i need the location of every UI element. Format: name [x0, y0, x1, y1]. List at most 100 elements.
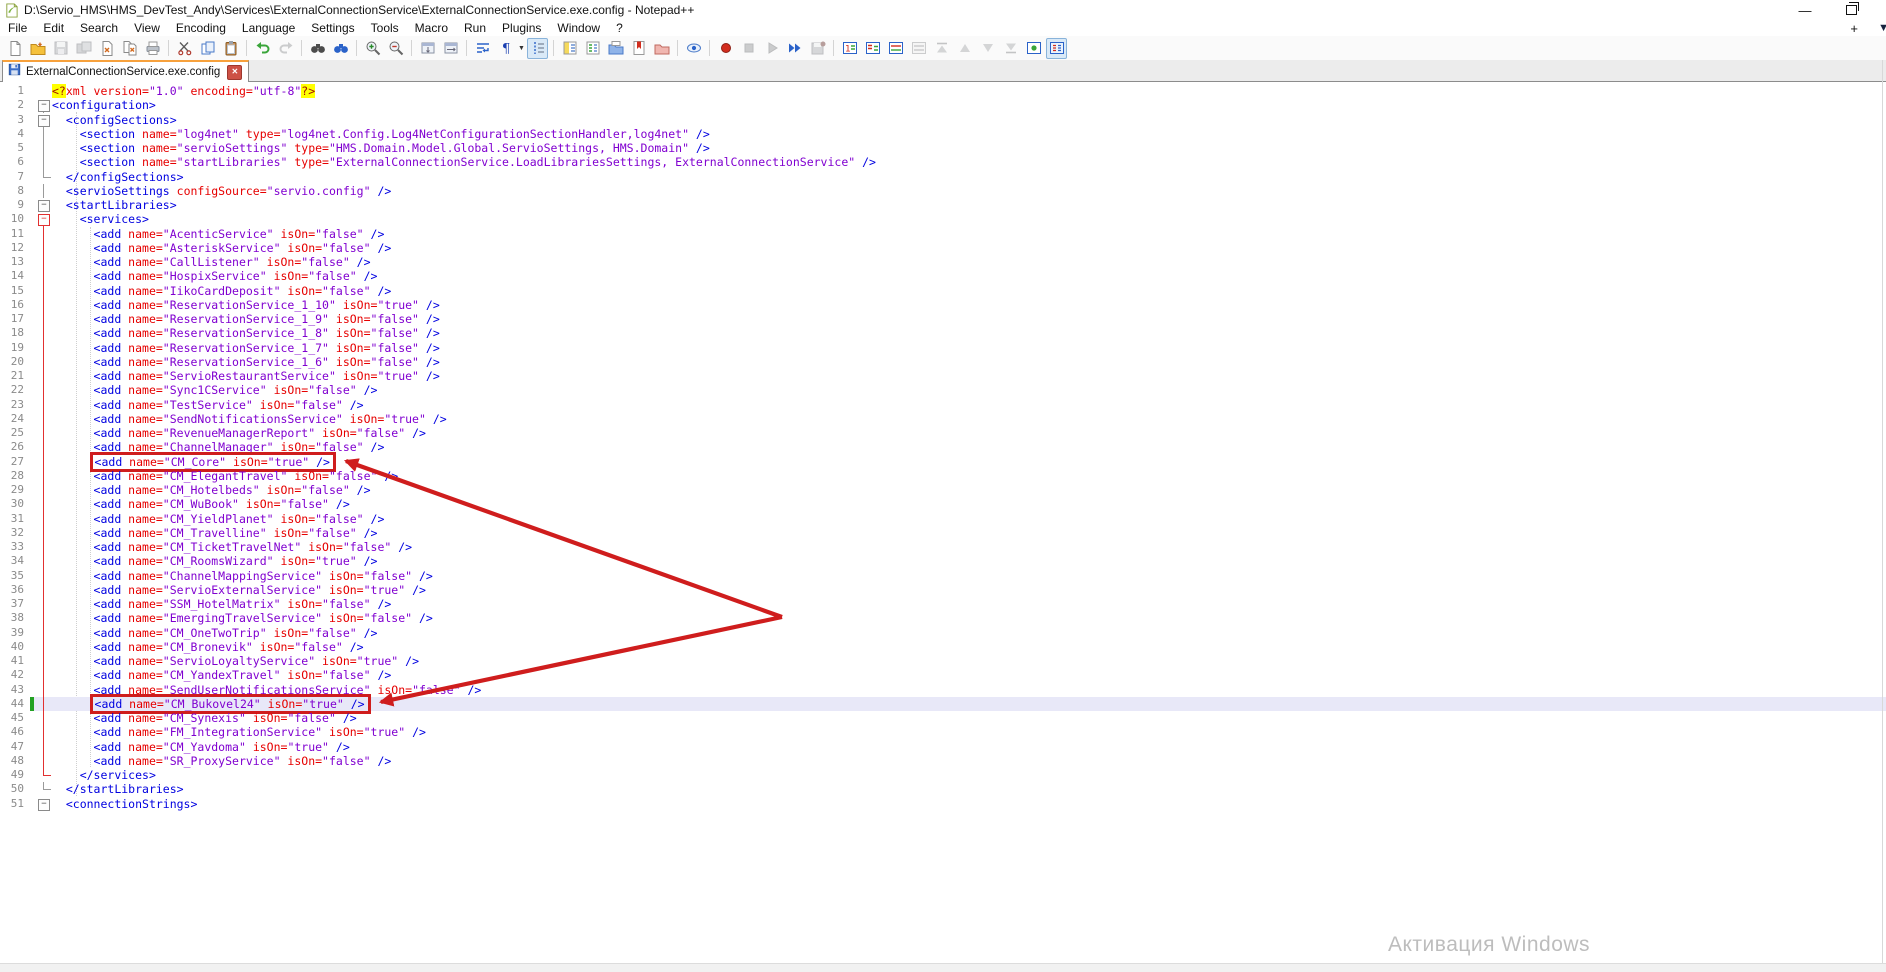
code-line-34[interactable]: 34 <add name="CM_RoomsWizard" isOn="true… [0, 554, 1886, 568]
new-tab-button[interactable]: + [1850, 20, 1858, 36]
code-line-46[interactable]: 46 <add name="FM_IntegrationService" isO… [0, 725, 1886, 739]
code-line-47[interactable]: 47 <add name="CM_Yavdoma" isOn="true" /> [0, 740, 1886, 754]
menu-view[interactable]: View [126, 21, 168, 35]
first-diff-icon[interactable] [931, 38, 952, 59]
menu-macro[interactable]: Macro [407, 21, 456, 35]
paste-icon[interactable] [220, 38, 241, 59]
code-line-24[interactable]: 24 <add name="SendNotificationsService" … [0, 412, 1886, 426]
next-diff-icon[interactable] [977, 38, 998, 59]
code-line-10[interactable]: 10− <services> [0, 212, 1886, 226]
menu-help[interactable]: ? [608, 21, 631, 35]
fold-margin[interactable]: − [36, 113, 52, 127]
code-line-12[interactable]: 12 <add name="AsteriskService" isOn="fal… [0, 241, 1886, 255]
code-line-1[interactable]: 1<?xml version="1.0" encoding="utf-8"?> [0, 84, 1886, 98]
folder-as-workspace-icon[interactable] [605, 38, 626, 59]
prev-diff-icon[interactable] [954, 38, 975, 59]
code-line-31[interactable]: 31 <add name="CM_YieldPlanet" isOn="fals… [0, 512, 1886, 526]
code-line-40[interactable]: 40 <add name="CM_Bronevik" isOn="false" … [0, 640, 1886, 654]
macro-run-multiple-icon[interactable] [784, 38, 805, 59]
file-browser-icon[interactable] [651, 38, 672, 59]
code-line-45[interactable]: 45 <add name="CM_Synexis" isOn="false" /… [0, 711, 1886, 725]
code-line-8[interactable]: 8 <servioSettings configSource="servio.c… [0, 184, 1886, 198]
compare-set-first-icon[interactable]: 1 [839, 38, 860, 59]
menu-edit[interactable]: Edit [35, 21, 72, 35]
zoom-in-icon[interactable] [362, 38, 383, 59]
sync-horizontal-scroll-icon[interactable] [440, 38, 461, 59]
zoom-out-icon[interactable] [385, 38, 406, 59]
sync-vertical-scroll-icon[interactable] [417, 38, 438, 59]
code-line-18[interactable]: 18 <add name="ReservationService_1_8" is… [0, 326, 1886, 340]
print-icon[interactable] [142, 38, 163, 59]
code-line-39[interactable]: 39 <add name="CM_OneTwoTrip" isOn="false… [0, 626, 1886, 640]
code-line-11[interactable]: 11 <add name="AcenticService" isOn="fals… [0, 227, 1886, 241]
code-line-13[interactable]: 13 <add name="CallListener" isOn="false"… [0, 255, 1886, 269]
redo-icon[interactable] [275, 38, 296, 59]
tab-externalconnectionservice[interactable]: ExternalConnectionService.exe.config ✕ [2, 60, 249, 82]
code-line-51[interactable]: 51− <connectionStrings> [0, 797, 1886, 811]
open-file-icon[interactable] [27, 38, 48, 59]
document-map-icon[interactable] [559, 38, 580, 59]
code-line-17[interactable]: 17 <add name="ReservationService_1_9" is… [0, 312, 1886, 326]
code-line-35[interactable]: 35 <add name="ChannelMappingService" isO… [0, 569, 1886, 583]
macro-save-icon[interactable] [807, 38, 828, 59]
minimize-button[interactable]: — [1788, 0, 1822, 20]
project-panel-icon[interactable] [628, 38, 649, 59]
show-all-characters-icon-caret[interactable]: ▼ [517, 45, 526, 52]
menu-file[interactable]: File [0, 21, 35, 35]
code-line-36[interactable]: 36 <add name="ServioExternalService" isO… [0, 583, 1886, 597]
code-line-5[interactable]: 5 <section name="servioSettings" type="H… [0, 141, 1886, 155]
compare-settings-icon[interactable] [1046, 38, 1067, 59]
code-line-20[interactable]: 20 <add name="ReservationService_1_6" is… [0, 355, 1886, 369]
code-line-30[interactable]: 30 <add name="CM_WuBook" isOn="false" /> [0, 497, 1886, 511]
code-line-21[interactable]: 21 <add name="ServioRestaurantService" i… [0, 369, 1886, 383]
menu-settings[interactable]: Settings [303, 21, 362, 35]
fold-margin[interactable]: − [36, 212, 52, 226]
word-wrap-icon[interactable] [472, 38, 493, 59]
menu-search[interactable]: Search [72, 21, 126, 35]
code-line-49[interactable]: 49 </services> [0, 768, 1886, 782]
code-line-50[interactable]: 50 </startLibraries> [0, 782, 1886, 796]
code-line-23[interactable]: 23 <add name="TestService" isOn="false" … [0, 398, 1886, 412]
code-line-19[interactable]: 19 <add name="ReservationService_1_7" is… [0, 341, 1886, 355]
fold-margin[interactable]: − [36, 98, 52, 112]
code-line-16[interactable]: 16 <add name="ReservationService_1_10" i… [0, 298, 1886, 312]
code-line-27[interactable]: 27 <add name="CM_Core" isOn="true" /> [0, 455, 1886, 469]
menu-window[interactable]: Window [549, 21, 608, 35]
fold-margin[interactable]: − [36, 198, 52, 212]
last-diff-icon[interactable] [1000, 38, 1021, 59]
new-file-icon[interactable] [4, 38, 25, 59]
code-editor[interactable]: 1<?xml version="1.0" encoding="utf-8"?> 2… [0, 82, 1886, 965]
indent-guide-icon[interactable] [527, 38, 548, 59]
code-line-44[interactable]: 44 <add name="CM_Bukovel24" isOn="true" … [0, 697, 1886, 711]
code-line-29[interactable]: 29 <add name="CM_Hotelbeds" isOn="false"… [0, 483, 1886, 497]
compare-selected-icon[interactable] [885, 38, 906, 59]
compare-nav-bar-icon[interactable] [1023, 38, 1044, 59]
undo-icon[interactable] [252, 38, 273, 59]
close-all-icon[interactable] [119, 38, 140, 59]
restore-button[interactable] [1834, 0, 1868, 20]
code-line-22[interactable]: 22 <add name="Sync1CService" isOn="false… [0, 383, 1886, 397]
compare-icon[interactable] [862, 38, 883, 59]
macro-record-icon[interactable] [715, 38, 736, 59]
copy-icon[interactable] [197, 38, 218, 59]
macro-stop-icon[interactable] [738, 38, 759, 59]
code-line-9[interactable]: 9− <startLibraries> [0, 198, 1886, 212]
tab-close-icon[interactable]: ✕ [227, 65, 242, 80]
code-line-41[interactable]: 41 <add name="ServioLoyaltyService" isOn… [0, 654, 1886, 668]
code-line-4[interactable]: 4 <section name="log4net" type="log4net.… [0, 127, 1886, 141]
show-all-characters-icon[interactable]: ¶ [495, 38, 516, 59]
menu-language[interactable]: Language [234, 21, 303, 35]
close-icon[interactable] [96, 38, 117, 59]
overflow-caret-icon[interactable]: ▼ [1878, 22, 1886, 34]
find-icon[interactable] [307, 38, 328, 59]
code-line-6[interactable]: 6 <section name="startLibraries" type="E… [0, 155, 1886, 169]
compare-clear-icon[interactable] [908, 38, 929, 59]
menu-plugins[interactable]: Plugins [494, 21, 549, 35]
code-line-14[interactable]: 14 <add name="HospixService" isOn="false… [0, 269, 1886, 283]
code-line-32[interactable]: 32 <add name="CM_Travelline" isOn="false… [0, 526, 1886, 540]
fold-margin[interactable]: − [36, 797, 52, 811]
code-line-37[interactable]: 37 <add name="SSM_HotelMatrix" isOn="fal… [0, 597, 1886, 611]
function-list-icon[interactable] [582, 38, 603, 59]
replace-icon[interactable] [330, 38, 351, 59]
code-line-15[interactable]: 15 <add name="IikoCardDeposit" isOn="fal… [0, 284, 1886, 298]
